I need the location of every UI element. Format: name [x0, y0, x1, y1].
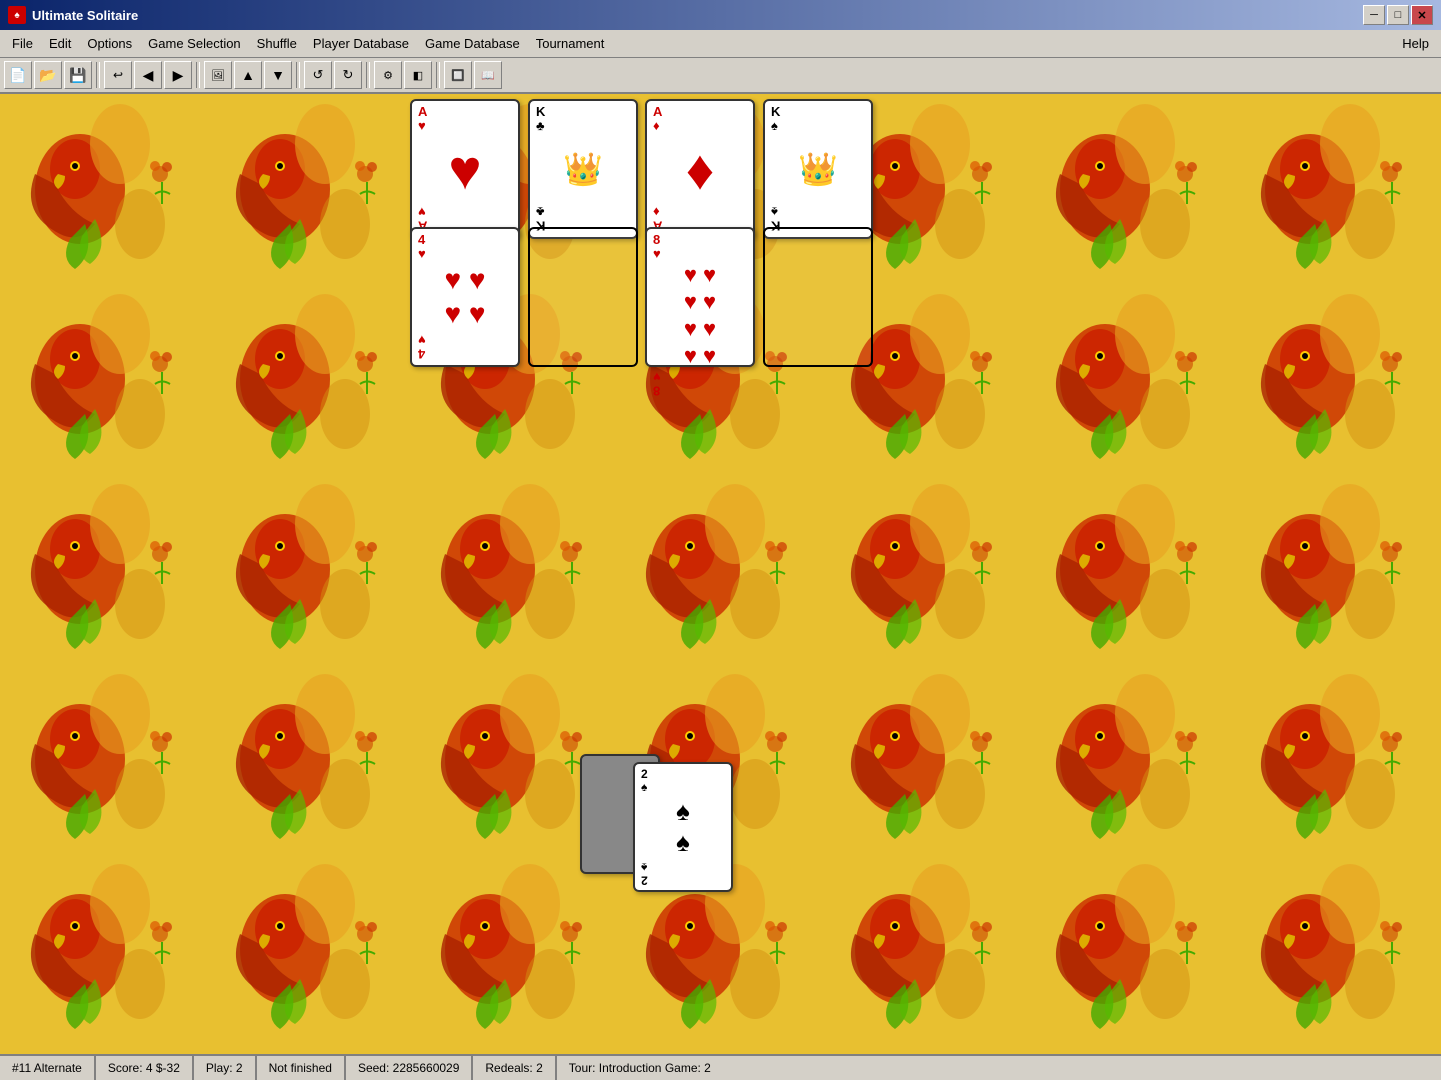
toolbar-book[interactable]: 📖	[474, 61, 502, 89]
card-ace-diamonds[interactable]: A♦ ♦ A♦	[645, 99, 755, 239]
toolbar-forward[interactable]: ▶	[164, 61, 192, 89]
status-bar: #11 Alternate Score: 4 $-32 Play: 2 Not …	[0, 1054, 1441, 1080]
toolbar-up[interactable]: ▲	[234, 61, 262, 89]
window-controls: ─ □ ✕	[1363, 5, 1433, 25]
title-bar: ♠ Ultimate Solitaire ─ □ ✕	[0, 0, 1441, 30]
minimize-button[interactable]: ─	[1363, 5, 1385, 25]
menu-help[interactable]: Help	[1394, 33, 1437, 54]
card-ace-hearts[interactable]: A♥ ♥ A♥	[410, 99, 520, 239]
toolbar-down[interactable]: ▼	[264, 61, 292, 89]
game-area: A♥ ♥ A♥ K♣ 👑 K♣ A♦ ♦ A♦ K♠ 👑 K♠	[0, 94, 1441, 1054]
menu-game-database[interactable]: Game Database	[417, 33, 528, 54]
card-4-hearts[interactable]: 4♥ ♥ ♥ ♥ ♥ 4♥	[410, 227, 520, 367]
status-redeals: Redeals: 2	[473, 1056, 556, 1080]
card-king-spades[interactable]: K♠ 👑 K♠	[763, 99, 873, 239]
separator-3	[296, 62, 300, 88]
menu-edit[interactable]: Edit	[41, 33, 79, 54]
status-finished: Not finished	[257, 1056, 346, 1080]
toolbar-options[interactable]: 🔲	[444, 61, 472, 89]
toolbar: 📄 📂 💾 ↩ ◀ ▶ 🖼 ▲ ▼ ↺ ↻ ⚙ ◧ 🔲 📖	[0, 58, 1441, 94]
card-slot-2[interactable]	[528, 227, 638, 367]
separator-2	[196, 62, 200, 88]
toolbar-back[interactable]: ◀	[134, 61, 162, 89]
menu-options[interactable]: Options	[79, 33, 140, 54]
menu-bar: File Edit Options Game Selection Shuffle…	[0, 30, 1441, 58]
card-king-clubs[interactable]: K♣ 👑 K♣	[528, 99, 638, 239]
toolbar-new[interactable]: 📄	[4, 61, 32, 89]
menu-tournament[interactable]: Tournament	[528, 33, 613, 54]
app-title: Ultimate Solitaire	[32, 8, 1363, 23]
status-seed: Seed: 2285660029	[346, 1056, 473, 1080]
toolbar-deal[interactable]: ⚙	[374, 61, 402, 89]
status-play: Play: 2	[194, 1056, 257, 1080]
status-tour: Tour: Introduction Game: 2	[557, 1056, 1441, 1080]
menu-file[interactable]: File	[4, 33, 41, 54]
menu-shuffle[interactable]: Shuffle	[249, 33, 305, 54]
status-game: #11 Alternate	[0, 1056, 96, 1080]
menu-player-database[interactable]: Player Database	[305, 33, 417, 54]
toolbar-open[interactable]: 📂	[34, 61, 62, 89]
status-score: Score: 4 $-32	[96, 1056, 194, 1080]
toolbar-restart[interactable]: ↩	[104, 61, 132, 89]
separator-4	[366, 62, 370, 88]
app-icon: ♠	[8, 6, 26, 24]
toolbar-undo[interactable]: ↺	[304, 61, 332, 89]
card-2-spades[interactable]: 2♠ ♠ ♠ 2♠	[633, 762, 733, 892]
separator-5	[436, 62, 440, 88]
card-slot-4[interactable]	[763, 227, 873, 367]
restore-button[interactable]: □	[1387, 5, 1409, 25]
separator-1	[96, 62, 100, 88]
toolbar-save[interactable]: 💾	[64, 61, 92, 89]
card-8-hearts[interactable]: 8♥ ♥ ♥ ♥ ♥ ♥ ♥ ♥ ♥ 8♥	[645, 227, 755, 367]
close-button[interactable]: ✕	[1411, 5, 1433, 25]
toolbar-layout[interactable]: ◧	[404, 61, 432, 89]
toolbar-redo[interactable]: ↻	[334, 61, 362, 89]
menu-game-selection[interactable]: Game Selection	[140, 33, 249, 54]
toolbar-screenshot[interactable]: 🖼	[204, 61, 232, 89]
